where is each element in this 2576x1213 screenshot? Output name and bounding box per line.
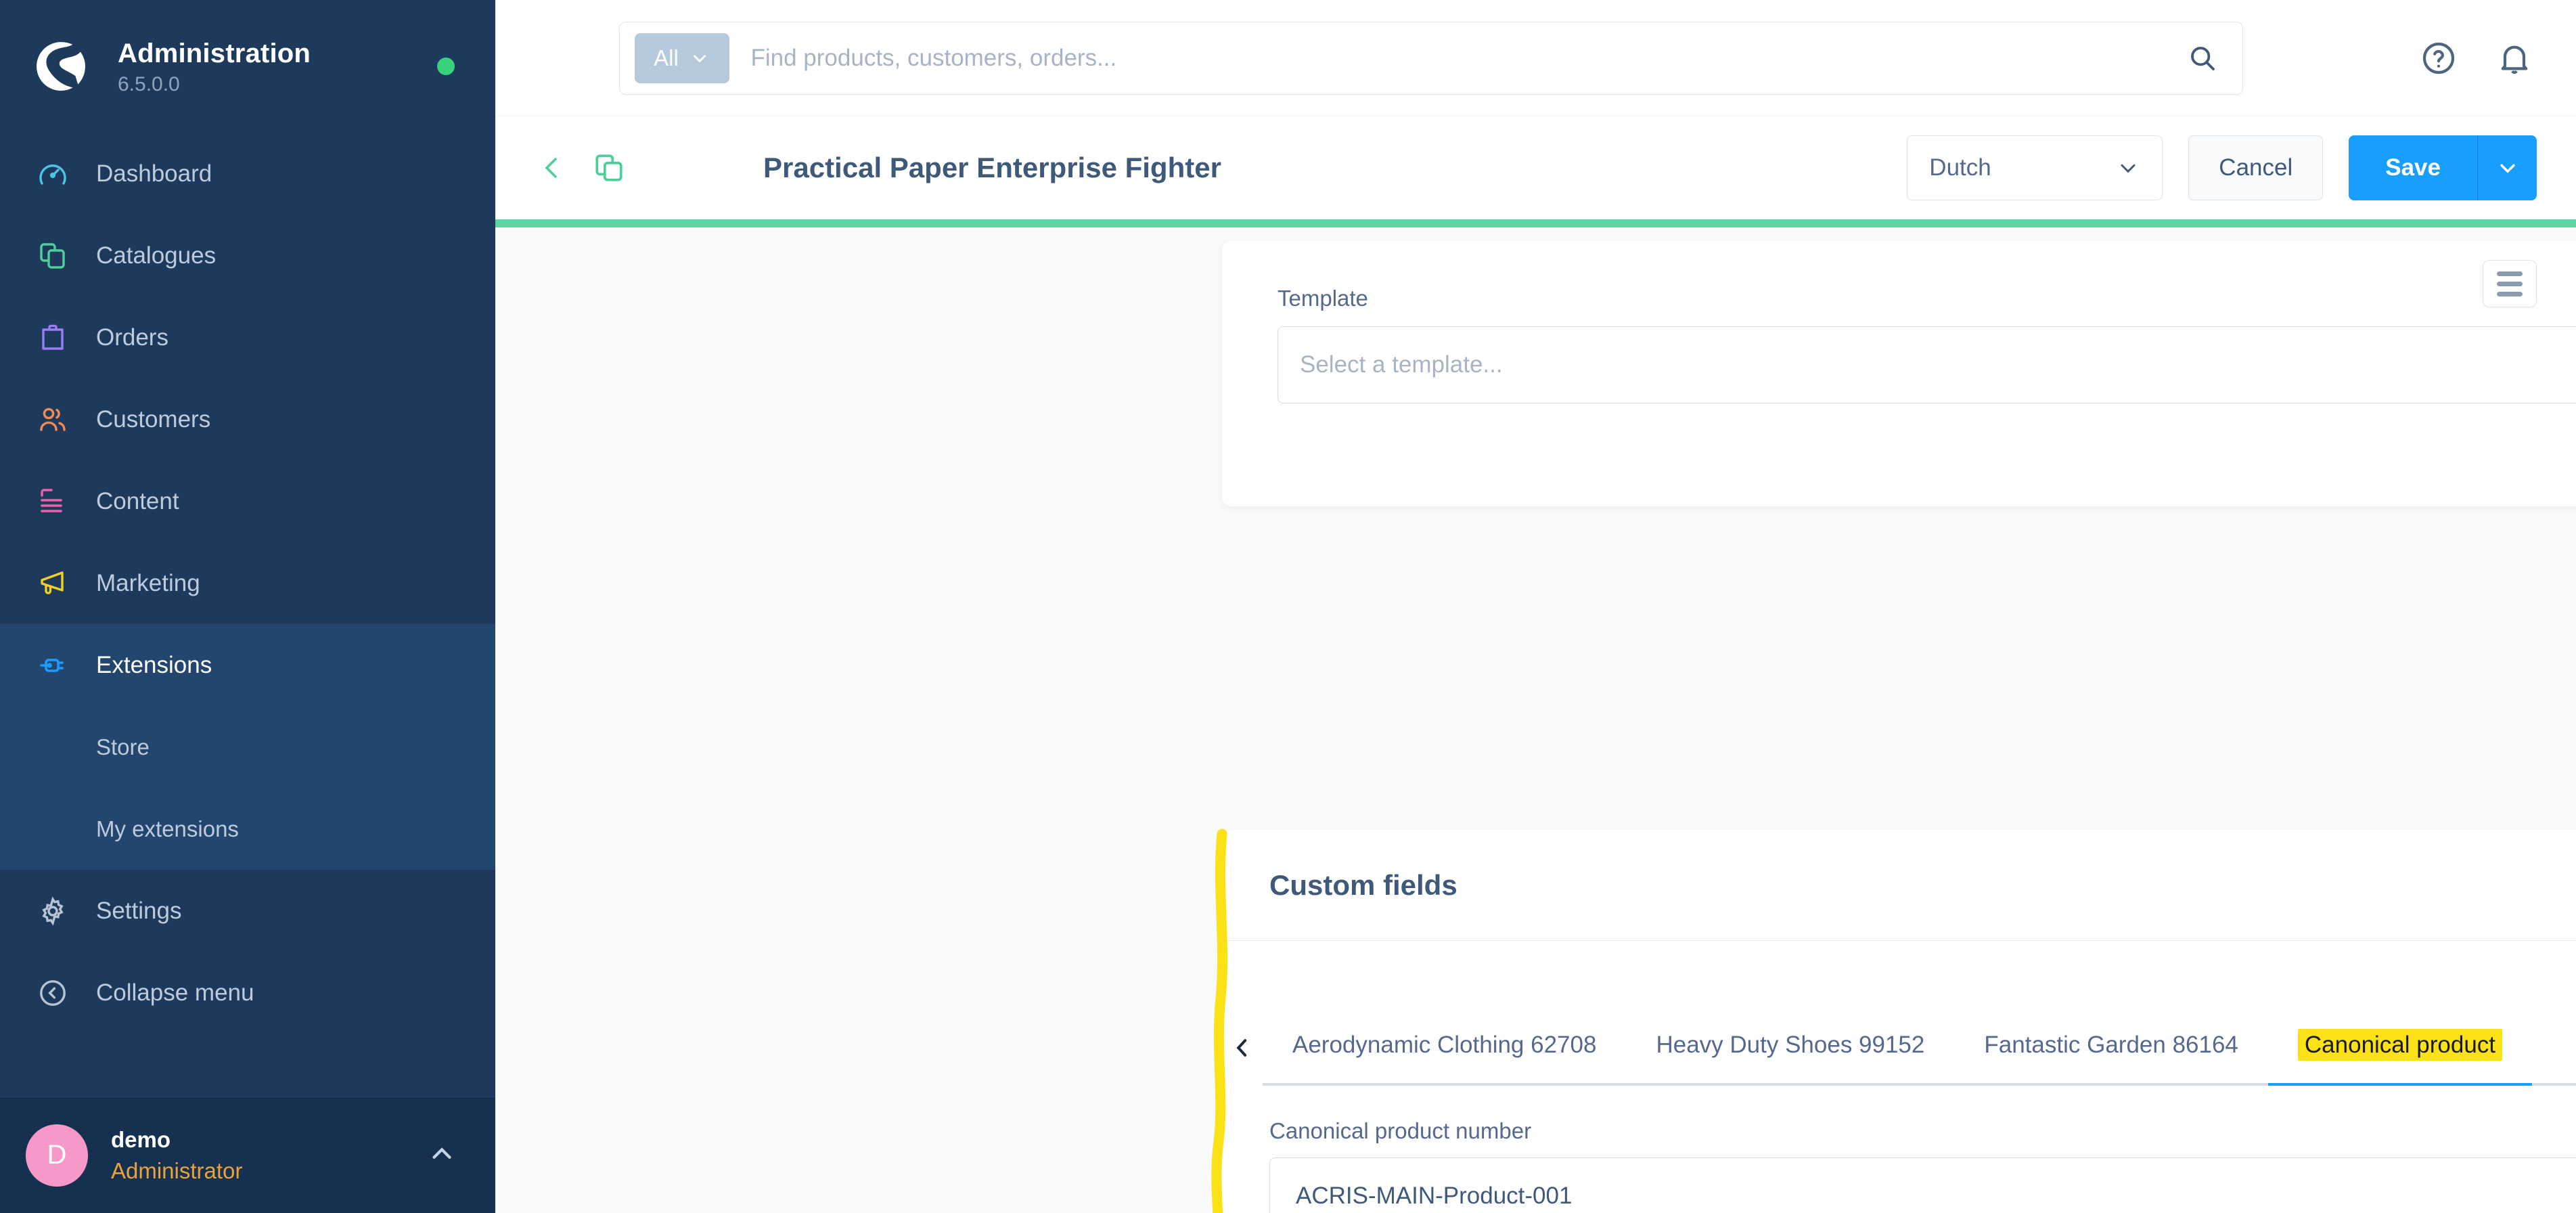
tab-label: Fantastic Garden 86164: [1984, 1032, 2238, 1058]
custom-fields-tabs-row: Aerodynamic Clothing 62708 Heavy Duty Sh…: [1222, 941, 2576, 1086]
collapse-menu-label: Collapse menu: [96, 979, 254, 1006]
sidebar-item-dashboard[interactable]: Dashboard: [0, 133, 495, 215]
content-list-icon: [34, 483, 72, 521]
dashboard-gauge-icon: [34, 155, 72, 193]
save-button-group: Save: [2349, 135, 2537, 200]
sidebar-item-catalogues[interactable]: Catalogues: [0, 215, 495, 296]
duplicate-icon[interactable]: [589, 148, 629, 188]
custom-fields-tabs: Aerodynamic Clothing 62708 Heavy Duty Sh…: [1263, 1029, 2576, 1086]
sidebar-item-settings[interactable]: Settings: [0, 870, 495, 952]
sidebar-item-label: Customers: [96, 405, 211, 433]
back-chevron-left-icon[interactable]: [533, 149, 571, 187]
sidebar-item-label: Marketing: [96, 569, 200, 596]
main-area: All Find products, customers, orders... …: [495, 0, 2576, 1213]
sidebar-item-label: Dashboard: [96, 160, 212, 187]
settings-gear-icon: [34, 892, 72, 930]
save-options-chevron-down-icon[interactable]: [2477, 135, 2537, 200]
help-circle-icon[interactable]: [2416, 36, 2461, 81]
search-input[interactable]: [750, 44, 2177, 72]
canonical-product-field-block: Canonical product number: [1222, 1086, 2576, 1213]
smart-bar-actions: Dutch Cancel Save: [1907, 135, 2537, 200]
language-select-value: Dutch: [1929, 154, 1991, 181]
user-account-button[interactable]: D demo Administrator: [0, 1097, 495, 1213]
main-sidebar: Administration 6.5.0.0 Dashboard Catalog…: [0, 0, 495, 1213]
user-name: demo: [111, 1127, 171, 1153]
tabs-prev-chevron-left-icon[interactable]: [1222, 1034, 1263, 1086]
progress-bar: [495, 219, 2576, 227]
search-scope-label: All: [654, 45, 679, 70]
tab-aerodynamic-clothing[interactable]: Aerodynamic Clothing 62708: [1263, 1032, 1626, 1083]
status-dot: [437, 58, 455, 75]
custom-fields-card: Custom fields Aerodynamic Clothing 62708…: [1222, 830, 2576, 1213]
sidebar-item-label: Settings: [96, 897, 182, 924]
custom-fields-card-header: Custom fields: [1222, 830, 2576, 941]
extensions-plug-icon: [34, 646, 72, 684]
global-search-bar[interactable]: All: [618, 21, 2243, 95]
sidebar-subitem-label: Store: [96, 734, 150, 759]
customers-people-icon: [34, 401, 72, 439]
sidebar-item-content[interactable]: Content: [0, 460, 495, 542]
list-menu-icon: [2497, 271, 2523, 296]
global-topbar: All: [495, 0, 2576, 116]
language-select[interactable]: Dutch: [1907, 135, 2163, 200]
sidebar-nav: Dashboard Catalogues Orders Customers Co…: [0, 133, 495, 1097]
sidebar-item-marketing[interactable]: Marketing: [0, 542, 495, 624]
search-scope-dropdown[interactable]: All: [634, 32, 729, 83]
tab-fantastic-garden[interactable]: Fantastic Garden 86164: [1954, 1032, 2268, 1083]
chevron-up-icon: [426, 1138, 457, 1172]
canonical-product-number-input[interactable]: [1269, 1157, 2576, 1213]
sidebar-item-label: Catalogues: [96, 242, 217, 269]
sidebar-item-label: Orders: [96, 324, 168, 351]
template-select[interactable]: Select a template...: [1278, 326, 2576, 403]
sidebar-subitem-my-extensions[interactable]: My extensions: [0, 788, 495, 870]
tab-label: Aerodynamic Clothing 62708: [1292, 1032, 1597, 1058]
marketing-megaphone-icon: [34, 565, 72, 602]
sidebar-item-orders[interactable]: Orders: [0, 296, 495, 378]
save-button[interactable]: Save: [2349, 135, 2477, 200]
cancel-button[interactable]: Cancel: [2188, 135, 2324, 200]
app-title: Administration: [118, 38, 311, 68]
orders-bag-icon: [34, 319, 72, 357]
content-sidebar-toggle-button[interactable]: [2483, 260, 2537, 307]
user-role: Administrator: [111, 1157, 243, 1183]
smart-bar: Practical Paper Enterprise Fighter Dutch…: [495, 116, 2576, 219]
sidebar-brand: Administration 6.5.0.0: [118, 38, 437, 95]
sidebar-header[interactable]: Administration 6.5.0.0: [0, 0, 495, 133]
admin-app: Administration 6.5.0.0 Dashboard Catalog…: [0, 0, 2576, 1213]
sidebar-item-extensions[interactable]: Extensions: [0, 624, 495, 706]
sidebar-item-label: Extensions: [96, 651, 212, 678]
tab-label: Canonical product: [2297, 1029, 2503, 1061]
user-meta: demo Administrator: [111, 1126, 426, 1185]
app-version: 6.5.0.0: [118, 72, 180, 95]
chevron-down-icon: [693, 54, 706, 62]
content-area: Template Select a template... Custom fie…: [495, 227, 2576, 1213]
sidebar-subitem-label: My extensions: [96, 816, 239, 841]
chevron-down-icon: [2121, 164, 2136, 173]
tab-canonical-product[interactable]: Canonical product: [2267, 1029, 2533, 1086]
sidebar-item-label: Content: [96, 487, 179, 514]
sidebar-item-customers[interactable]: Customers: [0, 378, 495, 460]
tab-label: Heavy Duty Shoes 99152: [1656, 1032, 1925, 1058]
tab-heavy-duty-shoes[interactable]: Heavy Duty Shoes 99152: [1626, 1032, 1954, 1083]
collapse-menu-button[interactable]: Collapse menu: [0, 952, 495, 1034]
notification-bell-icon[interactable]: [2492, 36, 2537, 81]
template-field-label: Template: [1278, 286, 1368, 311]
sidebar-subitem-store[interactable]: Store: [0, 706, 495, 788]
avatar: D: [26, 1124, 88, 1187]
page-title: Practical Paper Enterprise Fighter: [763, 152, 1221, 183]
custom-fields-title: Custom fields: [1269, 868, 1458, 901]
shopware-logo-icon: [30, 35, 92, 97]
topbar-icon-group: [2416, 36, 2537, 81]
template-card: Template Select a template...: [1222, 241, 2576, 506]
search-icon[interactable]: [2177, 42, 2228, 74]
template-select-placeholder: Select a template...: [1300, 351, 1503, 378]
collapse-chevron-left-circle-icon: [34, 974, 72, 1012]
catalogue-copy-icon: [34, 237, 72, 275]
canonical-product-number-label: Canonical product number: [1269, 1118, 1532, 1143]
